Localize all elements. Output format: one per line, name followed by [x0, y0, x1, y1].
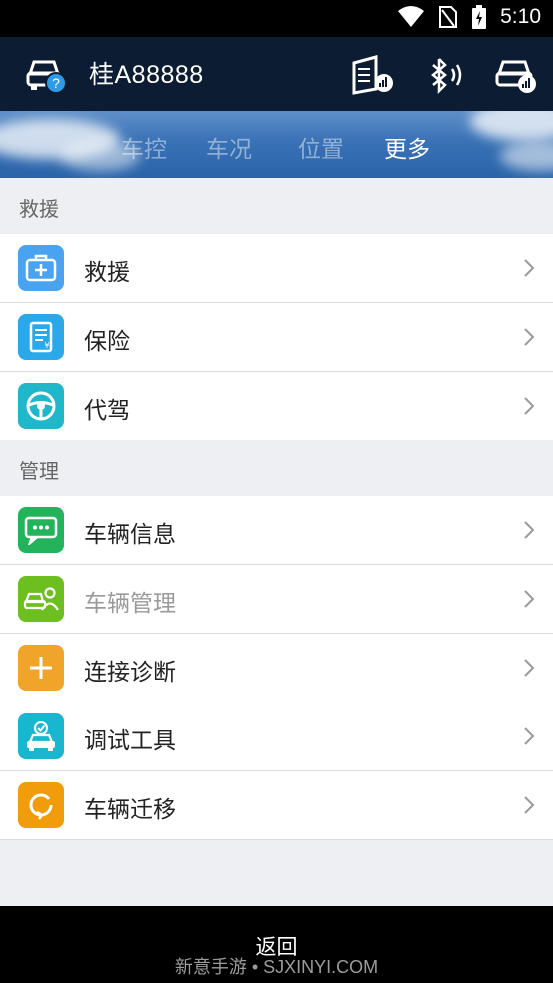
bottom-bar: 返回 新意手游 • SJXINYI.COM	[0, 906, 553, 983]
watermark: 新意手游 • SJXINYI.COM	[174, 957, 379, 977]
tab-car-control[interactable]: 车控	[121, 130, 167, 164]
refresh-arrow-icon	[18, 782, 64, 828]
list-item-connection-diagnosis[interactable]: 连接诊断	[0, 634, 553, 703]
first-aid-kit-icon	[18, 245, 64, 291]
svg-text:¥: ¥	[44, 341, 49, 350]
list-item-rescue[interactable]: 救援	[0, 234, 553, 303]
car-signal-icon[interactable]	[494, 53, 538, 97]
steering-wheel-icon	[18, 383, 64, 429]
chevron-right-icon	[524, 521, 535, 539]
section-header-rescue: 救援	[0, 178, 553, 235]
list-item-label: 调试工具	[84, 728, 176, 754]
battery-charging-icon	[472, 5, 487, 29]
chevron-right-icon	[524, 590, 535, 608]
list-item-chauffeur[interactable]: 代驾	[0, 372, 553, 441]
no-sim-icon	[439, 6, 458, 28]
svg-text:?: ?	[52, 75, 60, 91]
chevron-right-icon	[524, 727, 535, 745]
chat-bubble-icon	[18, 507, 64, 553]
chevron-right-icon	[524, 659, 535, 677]
car-help-icon[interactable]: ?	[25, 53, 69, 97]
tab-car-status[interactable]: 车况	[206, 130, 252, 164]
chevron-right-icon	[524, 259, 535, 277]
section-header-manage: 管理	[0, 440, 553, 497]
list-item-label: 保险	[84, 329, 130, 355]
obd-device-icon[interactable]	[350, 53, 394, 97]
list-item-label: 代驾	[84, 398, 130, 424]
car-check-icon	[18, 713, 64, 759]
status-bar: 5:10	[0, 0, 553, 37]
list-item-vehicle-info[interactable]: 车辆信息	[0, 496, 553, 565]
wifi-icon	[398, 6, 425, 27]
list-item-label: 车辆迁移	[84, 797, 176, 823]
section-title: 管理	[19, 459, 59, 483]
tab-more[interactable]: 更多	[384, 130, 430, 164]
list-item-label: 车辆管理	[84, 591, 176, 617]
list-item-debug-tools[interactable]: 调试工具	[0, 702, 553, 771]
tab-location[interactable]: 位置	[298, 130, 344, 164]
chevron-right-icon	[524, 397, 535, 415]
plus-icon	[18, 645, 64, 691]
bluetooth-icon[interactable]	[424, 53, 468, 97]
list-item-label: 救援	[84, 260, 130, 286]
list-item-label: 连接诊断	[84, 660, 176, 686]
license-plate: 桂A88888	[89, 61, 204, 89]
tab-bar: 车控 车况 位置 更多	[0, 111, 553, 178]
section-title: 救援	[19, 197, 59, 221]
list-item-vehicle-migration[interactable]: 车辆迁移	[0, 771, 553, 840]
app-header: ? 桂A88888	[0, 37, 553, 111]
insurance-document-icon: ¥	[18, 314, 64, 360]
car-owner-icon	[18, 576, 64, 622]
list-item-vehicle-manage[interactable]: 车辆管理	[0, 565, 553, 634]
status-time: 5:10	[500, 5, 541, 28]
chevron-right-icon	[524, 796, 535, 814]
list-item-insurance[interactable]: ¥ 保险	[0, 303, 553, 372]
list-item-label: 车辆信息	[84, 522, 176, 548]
chevron-right-icon	[524, 328, 535, 346]
